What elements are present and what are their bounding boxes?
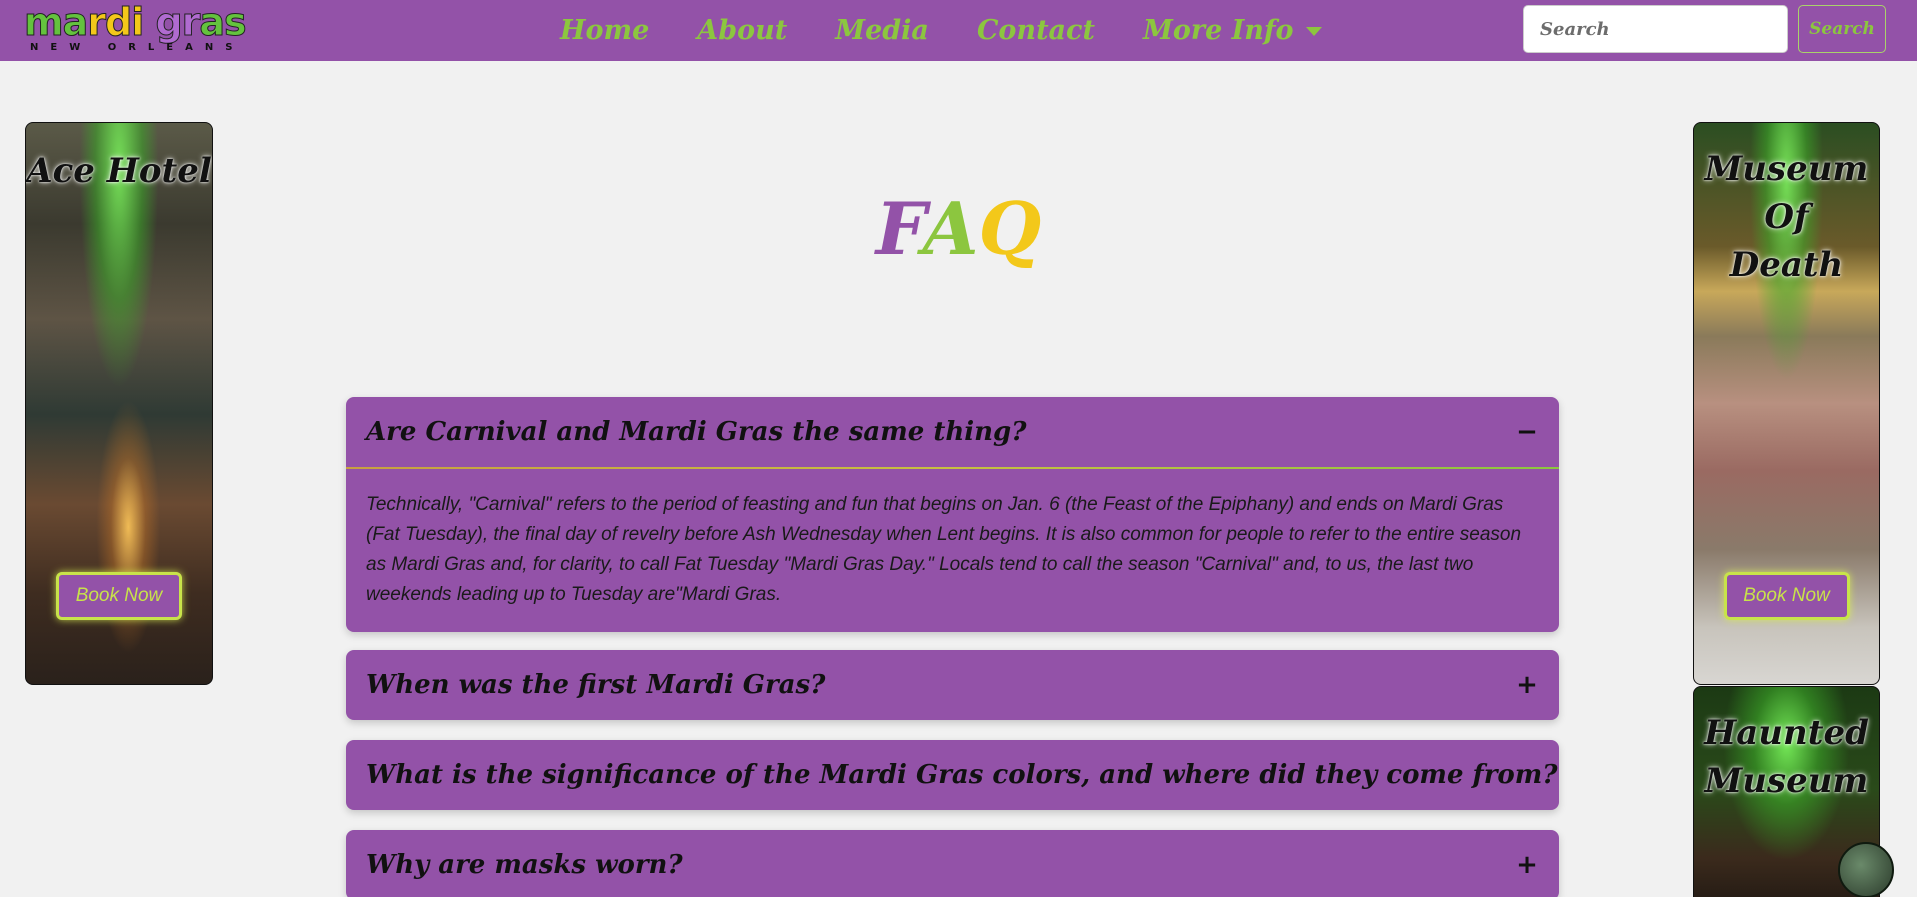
faq-question: Why are masks worn?	[366, 850, 683, 880]
ad-title-line2: Museum	[1704, 761, 1869, 801]
nav-contact[interactable]: Contact	[977, 15, 1095, 46]
logo-subtitle: NEW ORLEANS	[30, 42, 245, 53]
faq-question: Are Carnival and Mardi Gras the same thi…	[366, 417, 1027, 447]
expand-icon[interactable]: +	[1515, 850, 1539, 880]
expand-icon[interactable]: +	[1515, 670, 1539, 700]
expand-icon[interactable]: +	[1558, 760, 1559, 790]
faq-answer: Technically, "Carnival" refers to the pe…	[366, 494, 1522, 605]
navbar: mardi gras NEW ORLEANS Home About Media …	[0, 0, 1917, 61]
faq-question-header[interactable]: What is the significance of the Mardi Gr…	[346, 740, 1559, 810]
nav-about[interactable]: About	[697, 15, 787, 46]
search-button[interactable]: Search	[1798, 5, 1886, 53]
avatar[interactable]	[1838, 842, 1894, 897]
faq-item: What is the significance of the Mardi Gr…	[346, 740, 1559, 810]
ad-title-line1: Haunted	[1704, 713, 1869, 753]
faq-question-header[interactable]: When was the first Mardi Gras? +	[346, 650, 1559, 720]
mardi-gras-logo[interactable]: mardi gras NEW ORLEANS	[23, 0, 247, 56]
faq-question: When was the first Mardi Gras?	[366, 670, 826, 700]
faq-question-header[interactable]: Are Carnival and Mardi Gras the same thi…	[346, 397, 1559, 467]
ad-title: Haunted Museum	[1694, 709, 1879, 805]
faq-item: When was the first Mardi Gras? +	[346, 650, 1559, 720]
faq-question: What is the significance of the Mardi Gr…	[366, 760, 1558, 790]
nav-more-info-dropdown[interactable]: More Info	[1143, 15, 1322, 46]
collapse-icon[interactable]: −	[1515, 417, 1539, 447]
nav-home[interactable]: Home	[560, 15, 649, 46]
nav-media[interactable]: Media	[835, 15, 929, 46]
faq-question-header[interactable]: Why are masks worn? +	[346, 830, 1559, 897]
book-now-button[interactable]: Book Now	[1723, 572, 1850, 620]
main-nav: Home About Media Contact More Info	[560, 0, 1322, 61]
faq-item-expanded: Are Carnival and Mardi Gras the same thi…	[346, 397, 1559, 632]
nav-more-info-label: More Info	[1142, 15, 1294, 46]
search-input[interactable]	[1523, 5, 1788, 53]
page-title: FAQ	[875, 186, 1042, 271]
book-now-button[interactable]: Book Now	[56, 572, 182, 620]
logo-wordmark: mardi gras	[23, 0, 247, 44]
faq-item: Why are masks worn? +	[346, 830, 1559, 897]
caret-down-icon	[1305, 27, 1322, 36]
